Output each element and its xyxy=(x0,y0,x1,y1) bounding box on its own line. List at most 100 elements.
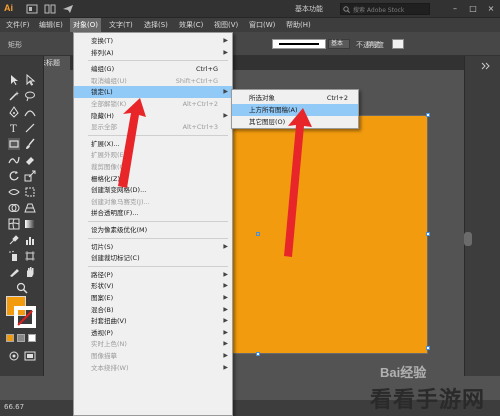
object-menu-item[interactable]: 取消编组(U) Shift+Ctrl+G xyxy=(74,75,232,87)
menu-help[interactable]: 帮助(H) xyxy=(283,18,314,32)
vertical-scrollbar[interactable] xyxy=(464,232,472,246)
object-menu-item[interactable]: 设为像素级优化(M) xyxy=(74,224,232,236)
graphic-style-swatch[interactable] xyxy=(392,39,404,49)
selection-handle[interactable] xyxy=(426,346,430,350)
color-mode-icon[interactable] xyxy=(6,334,14,342)
line-segment-tool-icon[interactable] xyxy=(24,122,36,134)
object-menu-item[interactable]: 锁定(L) ▶ xyxy=(74,86,232,99)
object-menu-item[interactable]: 拼合透明度(F)... xyxy=(74,207,232,219)
artboard-tool-icon[interactable] xyxy=(24,250,36,262)
object-menu-item[interactable]: 实时上色(N) ▶ xyxy=(74,338,232,350)
menu-separator xyxy=(88,237,228,239)
object-menu-item[interactable]: 形状(V) ▶ xyxy=(74,280,232,292)
object-menu-item-label: 显示全部 xyxy=(91,123,117,132)
object-menu-item[interactable]: 透视(P) ▶ xyxy=(74,327,232,339)
close-button[interactable]: × xyxy=(484,1,498,16)
scale-tool-icon[interactable] xyxy=(24,170,36,182)
rectangle-tool-icon[interactable] xyxy=(8,138,20,150)
maximize-button[interactable]: □ xyxy=(466,1,480,16)
symbol-sprayer-tool-icon[interactable] xyxy=(8,250,20,262)
selection-handle[interactable] xyxy=(256,352,260,356)
lock-selection-item[interactable]: 所选对象 Ctrl+2 xyxy=(232,92,358,104)
pen-tool-icon[interactable] xyxy=(8,106,20,118)
menu-object[interactable]: 对象(O) xyxy=(70,18,101,32)
selection-tool-icon[interactable] xyxy=(8,74,20,86)
selection-handle[interactable] xyxy=(426,232,430,236)
bridge-icon[interactable] xyxy=(26,4,38,14)
zoom-level[interactable]: 66.67 xyxy=(4,403,24,411)
stock-search-input[interactable]: 搜索 Adobe Stock xyxy=(340,3,430,15)
object-menu-item[interactable]: 裁剪图像(C) xyxy=(74,161,232,173)
menu-select[interactable]: 选择(S) xyxy=(141,18,171,32)
object-menu-item[interactable]: 封套扭曲(V) ▶ xyxy=(74,315,232,327)
menu-file[interactable]: 文件(F) xyxy=(3,18,33,32)
graph-tool-icon[interactable] xyxy=(24,234,36,246)
menu-window[interactable]: 窗口(W) xyxy=(246,18,278,32)
free-transform-tool-icon[interactable] xyxy=(24,186,36,198)
object-menu-item[interactable]: 扩展外观(E) xyxy=(74,149,232,161)
menu-edit[interactable]: 编辑(E) xyxy=(36,18,66,32)
rotate-tool-icon[interactable] xyxy=(8,170,20,182)
object-menu-item[interactable]: 排列(A) ▶ xyxy=(74,47,232,59)
stroke-color-swatch[interactable] xyxy=(14,306,36,328)
object-menu-item-label: 图像描摹 xyxy=(91,352,117,360)
object-menu-item[interactable]: 图案(E) ▶ xyxy=(74,292,232,304)
object-menu-item[interactable]: 创建裁切标记(C) xyxy=(74,252,232,264)
eraser-tool-icon[interactable] xyxy=(24,154,36,166)
object-menu-item-label: 封套扭曲(V) xyxy=(91,317,127,326)
lock-other-layers-item[interactable]: 其它图层(O) xyxy=(232,116,358,128)
object-menu-item[interactable]: 混合(B) ▶ xyxy=(74,304,232,316)
object-menu-item-label: 排列(A) xyxy=(91,48,114,57)
object-menu-item[interactable]: 创建对象马赛克(J)... xyxy=(74,196,232,208)
menu-view[interactable]: 视图(V) xyxy=(211,18,241,32)
minimize-button[interactable]: – xyxy=(448,1,462,16)
object-menu-item[interactable]: 路径(P) ▶ xyxy=(74,269,232,281)
menu-separator xyxy=(88,134,228,136)
object-menu-item[interactable]: 变换(T) ▶ xyxy=(74,35,232,47)
stroke-preview[interactable] xyxy=(272,39,326,49)
lasso-tool-icon[interactable] xyxy=(24,90,36,102)
send-icon[interactable] xyxy=(62,4,74,14)
menu-effect[interactable]: 效果(C) xyxy=(176,18,206,32)
menu-type[interactable]: 文字(T) xyxy=(106,18,136,32)
lock-all-above-item[interactable]: 上方所有图稿(A) xyxy=(232,104,358,116)
slice-tool-icon[interactable] xyxy=(8,266,20,278)
object-menu-item[interactable]: 编组(G) Ctrl+G xyxy=(74,63,232,75)
type-tool-icon[interactable]: T xyxy=(8,122,20,134)
workspace-switcher[interactable]: 基本功能 xyxy=(295,4,323,14)
object-menu-item-label: 栅格化(Z)... xyxy=(91,174,127,183)
gradient-tool-icon[interactable] xyxy=(24,218,36,230)
object-menu-item[interactable]: 扩展(X)... xyxy=(74,138,232,150)
none-mode-icon[interactable] xyxy=(28,334,36,342)
object-menu-item[interactable]: 栅格化(Z)... xyxy=(74,173,232,185)
stroke-style-select[interactable]: 基本 xyxy=(328,39,350,49)
arrange-documents-icon[interactable] xyxy=(44,4,56,14)
object-menu-item[interactable]: 文本绕排(W) ▶ xyxy=(74,362,232,374)
magic-wand-tool-icon[interactable] xyxy=(8,90,20,102)
screen-mode-icon[interactable] xyxy=(24,350,36,362)
draw-mode-icon[interactable] xyxy=(8,350,20,362)
shape-builder-tool-icon[interactable] xyxy=(8,202,20,214)
object-menu-item[interactable]: 创建渐变网格(D)... xyxy=(74,184,232,196)
zoom-tool-icon[interactable] xyxy=(16,282,28,294)
hand-tool-icon[interactable] xyxy=(24,266,36,278)
object-menu-item[interactable]: 图像描摹 ▶ xyxy=(74,350,232,362)
width-tool-icon[interactable] xyxy=(8,186,20,198)
gradient-mode-icon[interactable] xyxy=(17,334,25,342)
mesh-tool-icon[interactable] xyxy=(8,218,20,230)
baidu-watermark: Bai经验 xyxy=(380,365,427,380)
direct-selection-tool-icon[interactable] xyxy=(24,74,36,86)
object-menu-item-label: 创建渐变网格(D)... xyxy=(91,186,147,195)
object-menu-item[interactable]: 显示全部 Alt+Ctrl+3 xyxy=(74,121,232,133)
perspective-grid-tool-icon[interactable] xyxy=(24,202,36,214)
object-menu-item[interactable]: 全部解锁(K) Alt+Ctrl+2 xyxy=(74,98,232,110)
curvature-tool-icon[interactable] xyxy=(24,106,36,118)
selection-handle[interactable] xyxy=(426,113,430,117)
submenu-arrow-icon: ▶ xyxy=(223,111,228,119)
object-menu-item[interactable]: 切片(S) ▶ xyxy=(74,241,232,253)
object-menu-item[interactable]: 隐藏(H) ▶ xyxy=(74,110,232,122)
eyedropper-tool-icon[interactable] xyxy=(8,234,20,246)
shaper-tool-icon[interactable] xyxy=(8,154,20,166)
panel-collapse-icon[interactable] xyxy=(479,60,491,72)
paintbrush-tool-icon[interactable] xyxy=(24,138,36,150)
